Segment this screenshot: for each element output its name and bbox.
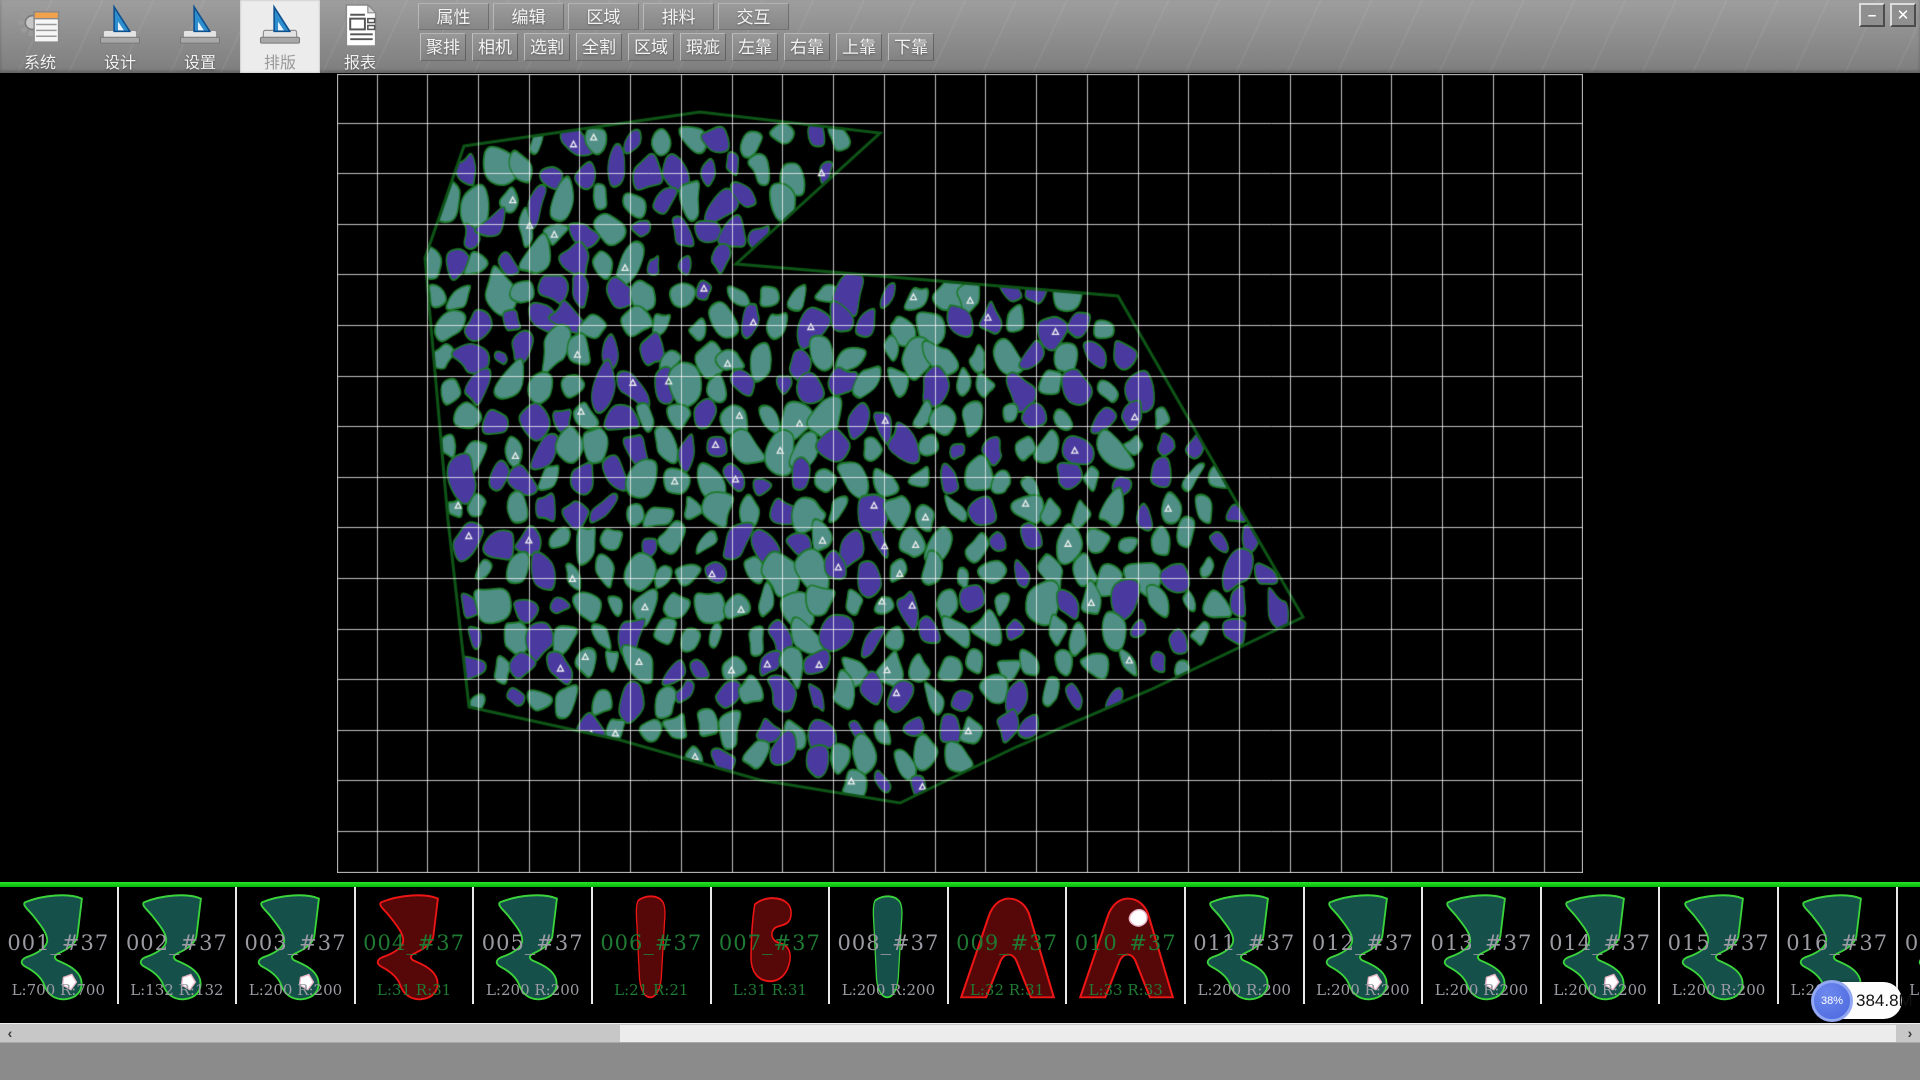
part-shape bbox=[368, 891, 460, 1003]
app-button-设置[interactable]: 设置 bbox=[160, 0, 240, 73]
part-shape bbox=[1673, 891, 1765, 1003]
tool-button-全割[interactable]: 全割 bbox=[576, 33, 622, 61]
minimize-button[interactable]: – bbox=[1859, 3, 1885, 27]
part-thumbnail-007_#37[interactable]: 007_#37L:31 R:31 bbox=[712, 887, 831, 1004]
close-button[interactable]: ✕ bbox=[1890, 3, 1916, 27]
app-button-label: 报表 bbox=[344, 49, 376, 73]
tool-button-相机[interactable]: 相机 bbox=[472, 33, 518, 61]
part-shape bbox=[732, 891, 808, 1003]
tool-button-右靠[interactable]: 右靠 bbox=[784, 33, 830, 61]
tool-button-选割[interactable]: 选割 bbox=[524, 33, 570, 61]
nesting-canvas[interactable] bbox=[337, 74, 1583, 873]
menu-tab-交互[interactable]: 交互 bbox=[718, 3, 789, 30]
application-window: 系统设计设置排版报表 属性编辑区域排料交互 聚排相机选割全割区域瑕疵左靠右靠上靠… bbox=[0, 0, 1920, 1080]
app-button-设计[interactable]: 设计 bbox=[80, 0, 160, 73]
part-thumbnail-014_#37[interactable]: 014_#37L:200 R:200 bbox=[1542, 887, 1661, 1004]
menu-tab-属性[interactable]: 属性 bbox=[418, 3, 489, 30]
part-shape bbox=[1554, 891, 1646, 1003]
part-thumbnail-012_#37[interactable]: 012_#37L:200 R:200 bbox=[1305, 887, 1424, 1004]
part-thumbnail-009_#37[interactable]: 009_#37L:32 R:31 bbox=[949, 887, 1068, 1004]
menu-tab-bar: 属性编辑区域排料交互 bbox=[418, 3, 789, 30]
part-thumbnail-010_#37[interactable]: 010_#37L:33 R:33 bbox=[1067, 887, 1186, 1004]
part-thumbnail-011_#37[interactable]: 011_#37L:200 R:200 bbox=[1186, 887, 1305, 1004]
part-shape bbox=[856, 891, 920, 1003]
part-shape bbox=[487, 891, 579, 1003]
part-thumbnail-004_#37[interactable]: 004_#37L:31 R:31 bbox=[356, 887, 475, 1004]
part-thumbnail-003_#37[interactable]: 003_#37L:200 R:200 bbox=[237, 887, 356, 1004]
menu-tab-编辑[interactable]: 编辑 bbox=[493, 3, 564, 30]
scroll-left-arrow[interactable]: ‹ bbox=[0, 1024, 20, 1043]
report-document-icon bbox=[337, 3, 383, 48]
app-button-排版[interactable]: 排版 bbox=[240, 0, 320, 73]
tool-button-上靠[interactable]: 上靠 bbox=[836, 33, 882, 61]
scrollbar-thumb[interactable] bbox=[620, 1025, 1896, 1042]
status-bar bbox=[0, 1042, 1920, 1080]
part-shape bbox=[619, 891, 683, 1003]
layout-ruler-icon bbox=[257, 3, 303, 48]
app-button-label: 排版 bbox=[264, 49, 296, 73]
part-shape bbox=[1435, 891, 1527, 1003]
app-button-label: 设置 bbox=[184, 49, 216, 73]
memory-value: 384.8M bbox=[1856, 982, 1913, 1019]
part-shape bbox=[12, 891, 104, 1003]
window-controls: – ✕ bbox=[1859, 3, 1916, 27]
horizontal-scrollbar[interactable]: ‹ › bbox=[0, 1023, 1920, 1042]
settings-ruler-icon bbox=[177, 3, 223, 48]
part-thumbnail-002_#37[interactable]: 002_#37L:132 R:132 bbox=[119, 887, 238, 1004]
app-toolbar: 系统 设计 设置 排版 报表 bbox=[0, 0, 400, 73]
part-shape bbox=[249, 891, 341, 1003]
part-thumbnail-006_#37[interactable]: 006_#37L:21 R:21 bbox=[593, 887, 712, 1004]
part-thumbnail-005_#37[interactable]: 005_#37L:200 R:200 bbox=[474, 887, 593, 1004]
app-button-报表[interactable]: 报表 bbox=[320, 0, 400, 73]
progress-circle: 38% bbox=[1811, 980, 1853, 1022]
part-shape bbox=[1074, 891, 1178, 1003]
tool-button-下靠[interactable]: 下靠 bbox=[888, 33, 934, 61]
tool-button-瑕疵[interactable]: 瑕疵 bbox=[680, 33, 726, 61]
tool-button-左靠[interactable]: 左靠 bbox=[732, 33, 778, 61]
parts-panel: 001_#37L:700 R:700002_#37L:132 R:132003_… bbox=[0, 887, 1920, 1023]
part-shape bbox=[1317, 891, 1409, 1003]
menu-tab-区域[interactable]: 区域 bbox=[568, 3, 639, 30]
workspace bbox=[0, 73, 1920, 882]
part-thumbnail-015_#37[interactable]: 015_#37L:200 R:200 bbox=[1660, 887, 1779, 1004]
tool-button-区域[interactable]: 区域 bbox=[628, 33, 674, 61]
title-bar: 系统设计设置排版报表 属性编辑区域排料交互 聚排相机选割全割区域瑕疵左靠右靠上靠… bbox=[0, 0, 1920, 73]
memory-badge: 38% 384.8M bbox=[1814, 982, 1902, 1019]
part-thumbnail-001_#37[interactable]: 001_#37L:700 R:700 bbox=[0, 887, 119, 1004]
part-shape bbox=[1198, 891, 1290, 1003]
tool-button-聚排[interactable]: 聚排 bbox=[420, 33, 466, 61]
tool-button-bar: 聚排相机选割全割区域瑕疵左靠右靠上靠下靠 bbox=[420, 33, 934, 61]
menu-tab-排料[interactable]: 排料 bbox=[643, 3, 714, 30]
app-button-label: 系统 bbox=[24, 49, 56, 73]
part-shape bbox=[955, 891, 1059, 1003]
part-shape bbox=[131, 891, 223, 1003]
app-button-label: 设计 bbox=[104, 49, 136, 73]
part-thumbnail-008_#37[interactable]: 008_#37L:200 R:200 bbox=[830, 887, 949, 1004]
system-gear-icon bbox=[17, 3, 63, 48]
scroll-right-arrow[interactable]: › bbox=[1900, 1024, 1920, 1043]
app-button-系统[interactable]: 系统 bbox=[0, 0, 80, 73]
part-thumbnail-013_#37[interactable]: 013_#37L:200 R:200 bbox=[1423, 887, 1542, 1004]
design-ruler-icon bbox=[97, 3, 143, 48]
